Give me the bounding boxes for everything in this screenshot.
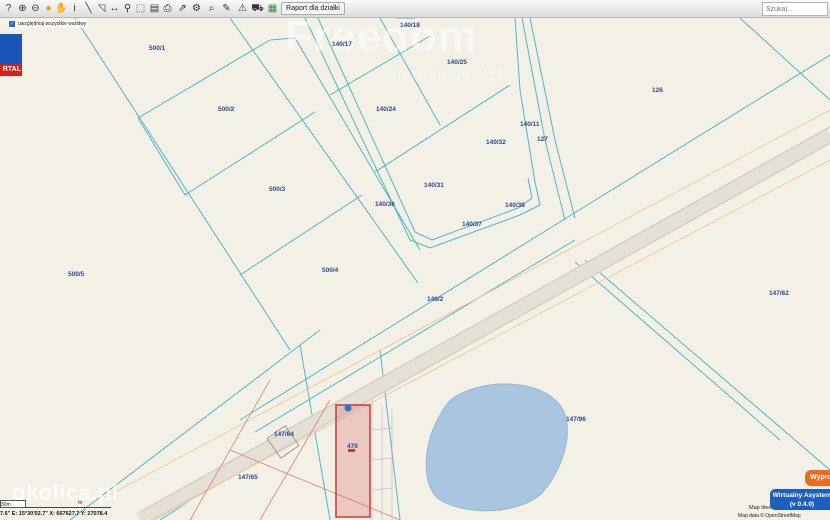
measure-area-icon[interactable]: ◹ [95, 2, 108, 15]
layers-icon[interactable]: ▤ [148, 2, 161, 15]
attribution-tiles: Map tiles [749, 505, 772, 511]
assistant-title: Wirtualny Asystent [772, 492, 830, 499]
share-icon[interactable]: ⇗ [176, 2, 189, 15]
parcel-label: 140/17 [332, 41, 352, 48]
parcel-line [554, 54, 830, 226]
draw-icon[interactable]: ✎ [220, 2, 233, 15]
map-pin-icon[interactable] [344, 404, 352, 412]
parcel-line [584, 259, 830, 471]
zoom-out-icon[interactable]: ⊖ [29, 2, 42, 15]
search-input[interactable] [762, 2, 828, 16]
parcel-label: 500/4 [322, 267, 339, 274]
parcel-label: 140/36 [375, 201, 395, 208]
parcel-label: 146/2 [427, 296, 444, 303]
print-icon[interactable]: ⎙ [161, 2, 174, 15]
parcel-label: 127 [537, 136, 548, 143]
assistant-button[interactable]: Wirtualny Asystent (v 0.4.0) [770, 489, 830, 510]
scale-label: 30m [1, 502, 11, 508]
pan-icon[interactable]: ✋ [55, 2, 68, 15]
settings-icon[interactable]: ⚙ [190, 2, 203, 15]
location-pin-icon[interactable]: ⚲ [121, 2, 134, 15]
parcel-label: 500/1 [149, 45, 166, 52]
watermark-corner: okolica.pl [12, 480, 119, 505]
identify-icon[interactable]: i [68, 2, 81, 15]
parcel-line [739, 17, 830, 101]
search-map-icon[interactable]: ⌕ [205, 2, 218, 15]
parcel-line [74, 17, 291, 351]
parcel-label: 140/18 [400, 22, 420, 29]
scale-unit: m [78, 500, 83, 506]
parcel-line [239, 194, 363, 276]
parcel-label: 470 [347, 443, 358, 450]
select-icon[interactable]: ⬚ [134, 2, 147, 15]
warning-icon[interactable]: ⚠ [236, 2, 249, 15]
cart-icon[interactable]: ⛟ [251, 2, 264, 15]
parcel-label: 500/2 [218, 106, 235, 113]
measure-distance-icon[interactable]: ↔ [108, 2, 121, 15]
measure-line-icon[interactable]: ╲ [82, 2, 95, 15]
scale-bar [26, 507, 111, 508]
parcel-line [521, 17, 566, 221]
selected-parcel[interactable] [335, 404, 371, 518]
parcel-label: 147/62 [769, 290, 789, 297]
wyprowadz-button[interactable]: Wypro [805, 470, 830, 486]
parcel-label: 147/64 [274, 431, 294, 438]
parcel-label: 147/65 [238, 474, 258, 481]
parcel-line [574, 261, 781, 441]
coordinates-readout: 7.6" E: 15°30'02.7" X: 667627.7 Y: 27078… [0, 511, 108, 517]
parcel-label: 140/32 [486, 139, 506, 146]
legend-icon[interactable]: ▦ [266, 2, 279, 15]
parcel-label: 140/31 [424, 182, 444, 189]
parcel-label: 500/5 [68, 271, 85, 278]
pond [425, 383, 568, 512]
watermark-title: Freedom [285, 12, 478, 61]
portal-logo-label: RTAL [0, 64, 22, 76]
layers-checkbox-row[interactable]: ✓ uwzględniaj wszystkie warstwy [7, 19, 89, 28]
parcel-label: 147/96 [566, 416, 586, 423]
watermark-subtitle: nieruchomości [388, 66, 505, 82]
parcel-label: 126 [652, 87, 663, 94]
plot-grid [371, 400, 393, 520]
zoom-in-icon[interactable]: ⊕ [16, 2, 29, 15]
parcel-label: 500/3 [269, 186, 286, 193]
parcel-line [137, 117, 186, 196]
scale-box: 30m [0, 500, 26, 508]
full-extent-icon[interactable]: ● [42, 2, 55, 15]
info-icon[interactable]: ? [2, 2, 15, 15]
checkbox-label: uwzględniaj wszystkie warstwy [18, 20, 87, 27]
assistant-version: (v 0.4.0) [789, 501, 815, 508]
parcel-label: 140/24 [376, 106, 396, 113]
parcel-label: 140/25 [447, 59, 467, 66]
parcel-line [374, 84, 511, 173]
parcel-label: 140/38 [505, 202, 525, 209]
attribution-data[interactable]: Map data © OpenStreetMap [738, 513, 801, 519]
checkbox-checked-icon[interactable]: ✓ [9, 20, 15, 27]
parcel-label: 140/37 [462, 221, 482, 228]
parcel-line [184, 111, 316, 196]
parcel-label: 140/11 [520, 121, 540, 128]
